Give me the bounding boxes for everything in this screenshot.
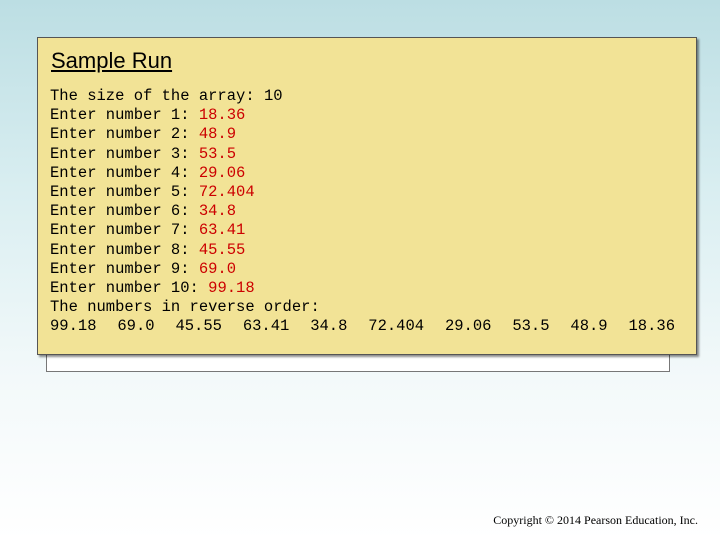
entry-line-1: Enter number 1: 18.36 — [50, 106, 675, 125]
reversed-number: 18.36 — [628, 317, 675, 336]
size-value: 10 — [263, 87, 283, 105]
entry-prompt: Enter number 8: — [50, 240, 199, 259]
reversed-number: 69.0 — [117, 317, 155, 336]
entry-line-8: Enter number 8: 45.55 — [50, 241, 675, 260]
entry-line-9: Enter number 9: 69.0 — [50, 260, 675, 279]
reversed-number: 45.55 — [175, 317, 222, 336]
entry-line-4: Enter number 4: 29.06 — [50, 164, 675, 183]
reversed-number: 99.18 — [50, 317, 97, 336]
entry-line-3: Enter number 3: 53.5 — [50, 145, 675, 164]
entry-prompt: Enter number 3: — [50, 144, 199, 163]
entry-value: 18.36 — [198, 106, 246, 125]
entry-value: 45.55 — [198, 240, 246, 259]
copyright-notice: Copyright © 2014 Pearson Education, Inc. — [493, 513, 698, 527]
entry-value: 99.18 — [208, 278, 255, 297]
panel-title: Sample Run — [51, 48, 173, 73]
entry-line-7: Enter number 7: 63.41 — [50, 221, 675, 240]
entry-prompt: Enter number 4: — [50, 163, 199, 182]
size-line: The size of the array: 10 — [50, 87, 675, 106]
reversed-numbers: 99.18 69.0 45.55 63.41 34.8 72.404 29.06… — [50, 317, 675, 336]
reversed-number: 29.06 — [444, 317, 492, 336]
entry-line-6: Enter number 6: 34.8 — [50, 202, 675, 221]
reversed-number: 53.5 — [512, 317, 550, 336]
entry-line-5: Enter number 5: 72.404 — [50, 183, 675, 202]
reversed-number: 48.9 — [570, 317, 608, 336]
entry-prompt: Enter number 5: — [50, 182, 199, 201]
sample-run-panel: Sample Run The size of the array: 10 Ent… — [37, 37, 697, 355]
entry-line-2: Enter number 2: 48.9 — [50, 125, 675, 144]
entry-value: 48.9 — [198, 125, 237, 144]
reversed-number: 34.8 — [310, 317, 348, 336]
entry-value: 53.5 — [198, 144, 237, 163]
entry-prompt: Enter number 6: — [50, 202, 199, 221]
entry-value: 29.06 — [198, 163, 246, 182]
reversed-number: 72.404 — [368, 317, 425, 336]
entry-value: 34.8 — [198, 202, 237, 221]
entry-prompt: Enter number 10: — [50, 278, 209, 297]
entry-prompt: Enter number 1: — [50, 106, 199, 125]
console-output: The size of the array: 10 Enter number 1… — [50, 87, 675, 336]
entry-value: 63.41 — [198, 221, 246, 240]
entry-value: 69.0 — [198, 259, 237, 278]
entry-value: 72.404 — [198, 182, 255, 201]
entry-prompt: Enter number 2: — [50, 125, 199, 144]
size-prompt: The size of the array: — [50, 87, 264, 105]
entry-prompt: Enter number 7: — [50, 221, 199, 240]
reversed-number: 63.41 — [242, 317, 290, 336]
reverse-header: The numbers in reverse order: — [50, 298, 320, 317]
entry-prompt: Enter number 9: — [50, 259, 199, 278]
entry-line-10: Enter number 10: 99.18 — [50, 279, 675, 298]
